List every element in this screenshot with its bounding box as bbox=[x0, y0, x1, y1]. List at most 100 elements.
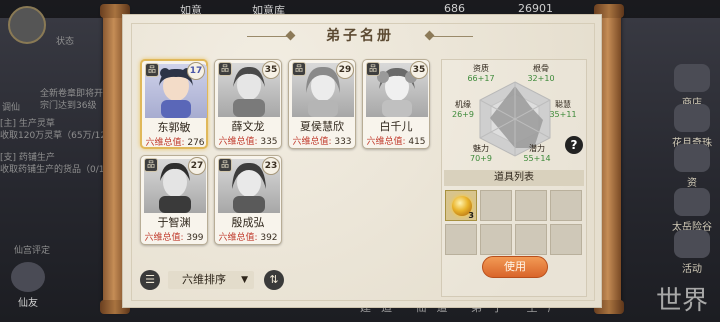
mountain-icon bbox=[674, 188, 710, 216]
item-slot[interactable] bbox=[480, 224, 512, 255]
disciple-card[interactable]: 品 23 殷成弘 六维总值: 392 bbox=[214, 155, 282, 245]
title-line-right bbox=[433, 36, 473, 37]
attr-name: 资质 bbox=[473, 64, 489, 73]
attr-zizhi: 资质 66+17 bbox=[456, 64, 506, 84]
disciple-card[interactable]: 品 17 东郭敏 六维总值: 276 bbox=[140, 59, 208, 149]
attr-name: 潜力 bbox=[529, 144, 545, 153]
item-slot[interactable]: 3 bbox=[445, 190, 477, 221]
side-label-tiaoxian: 调仙 bbox=[2, 103, 21, 113]
flower-moon-button[interactable]: 花月奇珠 bbox=[666, 104, 718, 149]
disciple-stat: 六维总值: 335 bbox=[216, 134, 280, 147]
event-icon bbox=[674, 230, 710, 258]
item-slot[interactable] bbox=[550, 224, 582, 255]
player-avatar[interactable] bbox=[8, 6, 46, 44]
sort-dropdown-label: 六维排序 bbox=[182, 273, 226, 286]
disciple-card[interactable]: 品 35 薛文龙 六维总值: 335 bbox=[214, 59, 282, 149]
stat-value: 415 bbox=[408, 137, 426, 147]
attr-jiling: 机缘 26+9 bbox=[438, 100, 488, 120]
level-badge: 27 bbox=[188, 157, 206, 175]
coin-icon bbox=[674, 144, 710, 172]
attr-name: 机缘 bbox=[455, 100, 471, 109]
friends-icon bbox=[11, 262, 45, 292]
level-badge: 23 bbox=[262, 157, 280, 175]
stat-label: 六维总值: bbox=[145, 138, 185, 148]
disciple-roster-panel: 弟子名册 品 17 东郭敏 六维总值: 276 品 35 薛文龙 六维总值: 3… bbox=[122, 14, 602, 308]
disciple-card[interactable]: 品 27 于智渊 六维总值: 399 bbox=[140, 155, 208, 245]
attr-value: 32+10 bbox=[527, 74, 555, 83]
stat-value: 276 bbox=[187, 138, 205, 148]
rank-badge-icon: 品 bbox=[218, 62, 232, 76]
attr-name: 聪慧 bbox=[555, 100, 571, 109]
attr-name: 根骨 bbox=[533, 64, 549, 73]
attr-value: 35+11 bbox=[549, 110, 577, 119]
stat-label: 六维总值: bbox=[144, 233, 184, 243]
resource-button[interactable]: 资 bbox=[666, 144, 718, 189]
sort-dropdown[interactable]: 六维排序 ▼ bbox=[168, 271, 254, 289]
rank-badge-icon: 品 bbox=[218, 158, 232, 172]
quest-side-desc: 收取药铺生产的货品（0/1） bbox=[0, 165, 114, 175]
title-banner: 弟子名册 bbox=[247, 25, 473, 47]
title-line-left bbox=[247, 36, 287, 37]
attr-name: 魅力 bbox=[473, 144, 489, 153]
palace-rating[interactable]: 仙宫评定 bbox=[14, 243, 50, 256]
items-header: 道具列表 bbox=[444, 170, 584, 186]
stat-label: 六维总值: bbox=[218, 137, 258, 147]
event-label: 活动 bbox=[682, 264, 702, 275]
rank-badge-icon: 品 bbox=[366, 62, 380, 76]
shop-icon bbox=[674, 64, 710, 92]
shop-button[interactable]: 商店 bbox=[666, 64, 718, 109]
page-title: 弟子名册 bbox=[326, 28, 394, 44]
disciple-name: 薛文龙 bbox=[231, 120, 265, 133]
item-slot[interactable] bbox=[480, 190, 512, 221]
help-question-icon[interactable]: ? bbox=[565, 136, 583, 154]
stat-value: 392 bbox=[260, 233, 278, 243]
disciple-stat: 六维总值: 415 bbox=[364, 134, 428, 147]
disciple-name: 东郭敏 bbox=[157, 121, 191, 134]
attribute-radar: 资质 66+17 根骨 32+10 聪慧 35+11 潜力 55+14 魅力 70+9 机… bbox=[442, 60, 588, 170]
world-chat-button[interactable]: 世界 bbox=[656, 280, 708, 317]
item-slot[interactable] bbox=[515, 190, 547, 221]
stat-value: 333 bbox=[334, 137, 352, 147]
attr-value: 66+17 bbox=[467, 74, 495, 83]
items-grid: 3 bbox=[445, 190, 585, 256]
flower-icon bbox=[674, 104, 710, 132]
level-badge: 35 bbox=[262, 61, 280, 79]
item-slot[interactable] bbox=[550, 190, 582, 221]
item-slot[interactable] bbox=[445, 224, 477, 255]
disciple-name: 白千儿 bbox=[379, 120, 413, 133]
valley-button[interactable]: 太岳险谷 bbox=[666, 188, 718, 233]
disciple-stat: 六维总值: 333 bbox=[290, 134, 354, 147]
list-icon[interactable]: ☰ bbox=[140, 270, 160, 290]
disciple-stat: 六维总值: 399 bbox=[142, 230, 206, 243]
rank-badge-icon: 品 bbox=[145, 63, 159, 77]
level-badge: 35 bbox=[410, 61, 428, 79]
stat-label: 六维总值: bbox=[218, 233, 258, 243]
stat-value: 399 bbox=[186, 233, 204, 243]
disciple-card[interactable]: 品 35 白千儿 六维总值: 415 bbox=[362, 59, 430, 149]
attr-value: 26+9 bbox=[452, 110, 474, 119]
sort-toolbar: ☰ 六维排序 ▼ ⇅ bbox=[140, 269, 300, 291]
attr-gengu: 根骨 32+10 bbox=[516, 64, 566, 84]
attr-congying: 聪慧 35+11 bbox=[538, 100, 588, 120]
attr-qianli: 潜力 55+14 bbox=[512, 144, 562, 164]
item-count: 3 bbox=[468, 211, 474, 220]
disciple-name: 于智渊 bbox=[157, 216, 191, 229]
quest-requirement: 宗门达到36级 bbox=[40, 101, 97, 111]
use-button[interactable]: 使用 bbox=[482, 256, 548, 278]
event-button[interactable]: 活动 bbox=[666, 230, 718, 275]
swap-arrows-icon[interactable]: ⇅ bbox=[264, 270, 284, 290]
rank-badge-icon: 品 bbox=[292, 62, 306, 76]
level-badge: 17 bbox=[187, 62, 205, 80]
level-badge: 29 bbox=[336, 61, 354, 79]
status-label[interactable]: 状态 bbox=[56, 34, 74, 47]
disciple-stat: 六维总值: 276 bbox=[143, 135, 207, 148]
attribute-panel: 资质 66+17 根骨 32+10 聪慧 35+11 潜力 55+14 魅力 70+9 机… bbox=[441, 59, 587, 297]
friends-button[interactable]: 仙友 bbox=[2, 262, 54, 309]
item-slot[interactable] bbox=[515, 224, 547, 255]
disciple-stat: 六维总值: 392 bbox=[216, 230, 280, 243]
disciple-card[interactable]: 品 29 夏侯慧欣 六维总值: 333 bbox=[288, 59, 356, 149]
stat-label: 六维总值: bbox=[292, 137, 332, 147]
stat-value: 335 bbox=[260, 137, 278, 147]
stat-label: 六维总值: bbox=[366, 137, 406, 147]
attr-meili: 魅力 70+9 bbox=[456, 144, 506, 164]
